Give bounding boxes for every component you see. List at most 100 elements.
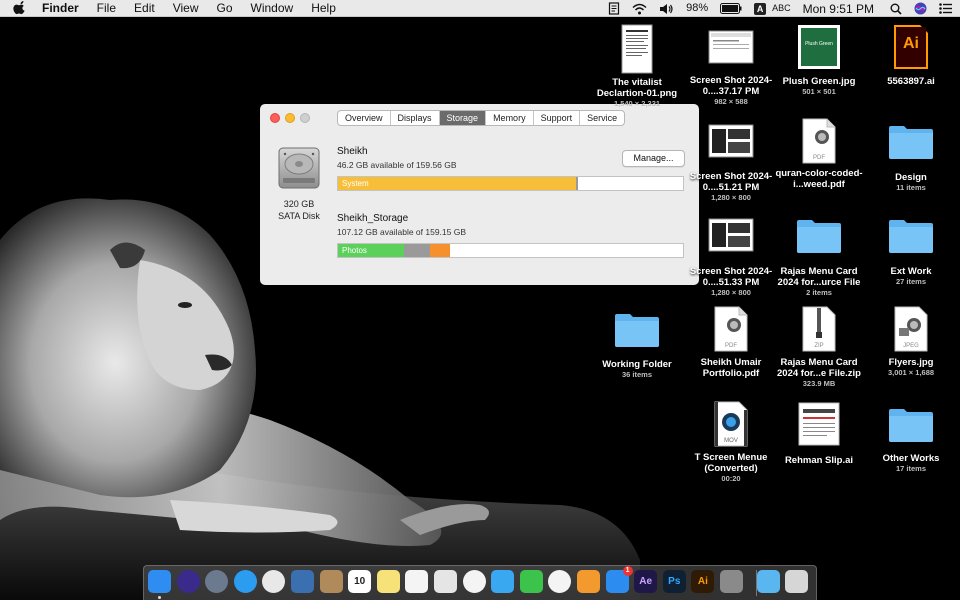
dock-messages-icon[interactable] xyxy=(491,570,515,593)
screenshot-icon xyxy=(708,30,754,64)
dock-finder-icon[interactable] xyxy=(148,570,171,593)
volume-icon[interactable] xyxy=(659,0,674,17)
folder-icon xyxy=(797,220,841,253)
dock-chrome-icon[interactable] xyxy=(262,570,286,593)
desktop-item-label: Other Works xyxy=(882,453,940,464)
dock-badge: 1 xyxy=(622,566,633,576)
menu-bar: Finder File Edit View Go Window Help 98%… xyxy=(0,0,960,17)
desktop-item-meta: 3,001 × 1,688 xyxy=(887,368,935,377)
menu-window[interactable]: Window xyxy=(242,0,303,17)
apple-menu-icon[interactable] xyxy=(13,1,27,15)
zip-icon: ZIP xyxy=(802,306,836,352)
menu-help[interactable]: Help xyxy=(302,0,345,17)
minimize-window-button[interactable] xyxy=(285,113,295,123)
desktop-item[interactable]: Ai 5563897.ai xyxy=(863,24,959,87)
desktop-item-meta: 323.9 MB xyxy=(802,379,836,388)
dock-preview-icon[interactable] xyxy=(291,570,314,593)
storage-segment-label: Photos xyxy=(342,246,367,255)
dock-photoshop-icon[interactable]: Ps xyxy=(662,570,686,593)
dock-notes-icon[interactable] xyxy=(376,570,400,593)
dock-separator xyxy=(756,570,757,596)
dock-keynote-icon[interactable] xyxy=(434,570,457,593)
spotlight-search-icon[interactable] xyxy=(890,0,902,17)
menubar-clock[interactable]: Mon 9:51 PM xyxy=(803,2,874,16)
dock-icon-text: Ae xyxy=(639,576,653,587)
dock-after-effects-icon[interactable]: Ae xyxy=(634,570,658,593)
desktop-item[interactable]: MOV T Screen Menue (Converted) 00:20 xyxy=(683,401,779,484)
menu-file[interactable]: File xyxy=(88,0,125,17)
dock-facetime-icon[interactable] xyxy=(519,570,543,593)
desktop-item[interactable]: The vitalist Declartion-01.png 1,540 × 2… xyxy=(589,24,685,109)
dock-icon-text: Ai xyxy=(697,576,708,587)
tab-support[interactable]: Support xyxy=(534,111,581,125)
menu-app-name[interactable]: Finder xyxy=(40,0,88,17)
desktop-item-label: Screen Shot 2024-0....51.21 PM xyxy=(689,171,773,193)
input-source-icon[interactable]: A xyxy=(754,0,767,17)
desktop-item-label: quran-color-coded-i...weed.pdf xyxy=(775,168,863,190)
tab-service[interactable]: Service xyxy=(580,111,624,125)
folder-icon xyxy=(889,409,933,442)
menu-edit[interactable]: Edit xyxy=(125,0,164,17)
storage-bar[interactable]: System xyxy=(337,176,684,191)
menu-view[interactable]: View xyxy=(164,0,208,17)
dock-photos-icon[interactable] xyxy=(462,570,486,593)
wifi-icon[interactable] xyxy=(632,0,647,17)
dock-books-icon[interactable] xyxy=(577,570,600,593)
folder-icon xyxy=(889,220,933,253)
menu-go[interactable]: Go xyxy=(208,0,242,17)
storage-segment-other[interactable] xyxy=(404,244,430,257)
desktop-item[interactable]: Other Works 17 items xyxy=(863,407,959,474)
storage-bar[interactable]: Photos xyxy=(337,243,684,258)
zoom-window-button xyxy=(300,113,310,123)
mov-icon: MOV xyxy=(714,401,748,447)
close-window-button[interactable] xyxy=(270,113,280,123)
dock-safari-icon[interactable] xyxy=(233,570,257,593)
desktop-item[interactable]: ZIP Rajas Menu Card 2024 for...e File.zi… xyxy=(771,306,867,389)
desktop-item[interactable]: Screen Shot 2024-0....51.21 PM 1,280 × 8… xyxy=(683,124,779,203)
desktop-item[interactable]: Screen Shot 2024-0....37.17 PM 982 × 588 xyxy=(683,30,779,107)
siri-menu-icon[interactable] xyxy=(914,0,927,17)
dock-calendar-icon[interactable]: 10 xyxy=(348,570,372,593)
dock-contacts-icon[interactable] xyxy=(319,570,343,593)
jpeg-thumb-text: JPEG xyxy=(903,343,919,349)
dock-music-icon[interactable] xyxy=(548,570,572,593)
dock-icon-text: 10 xyxy=(354,576,366,587)
input-source-label[interactable]: ABC xyxy=(772,0,791,17)
manage-button[interactable]: Manage... xyxy=(622,150,685,167)
tab-overview[interactable]: Overview xyxy=(338,111,391,125)
tab-storage[interactable]: Storage xyxy=(439,111,487,125)
dock-launchpad-icon[interactable] xyxy=(205,570,229,593)
desktop-item[interactable]: Rajas Menu Card 2024 for...urce File 2 i… xyxy=(771,218,867,298)
dock-system-preferences-icon[interactable] xyxy=(720,570,743,593)
notification-center-icon[interactable] xyxy=(939,0,952,17)
disk-type-label: SATA Disk xyxy=(278,211,320,221)
ai-document-icon xyxy=(798,402,840,446)
desktop-item[interactable]: Design 11 items xyxy=(863,124,959,193)
storage-segment-system[interactable] xyxy=(338,177,576,190)
battery-icon[interactable] xyxy=(720,0,742,17)
desktop-item[interactable]: Rehman Slip.ai xyxy=(771,401,867,466)
dock-app-store-icon[interactable]: 1 xyxy=(605,566,633,593)
desktop-item[interactable]: Plush Green Plush Green.jpg 501 × 501 xyxy=(771,24,867,97)
desktop-item[interactable]: PDF Sheikh Umair Portfolio.pdf xyxy=(683,306,779,379)
storage-segment-apps[interactable] xyxy=(429,244,450,257)
pdf-icon: PDF xyxy=(802,118,836,164)
desktop-item[interactable]: Ext Work 27 items xyxy=(863,218,959,287)
desktop-item[interactable]: JPEG Flyers.jpg 3,001 × 1,688 xyxy=(863,306,959,378)
tab-memory[interactable]: Memory xyxy=(486,111,534,125)
desktop-item-meta: 27 items xyxy=(895,277,927,286)
dock-downloads-folder-icon[interactable] xyxy=(756,570,780,593)
document-status-icon[interactable] xyxy=(608,0,620,17)
desktop-item-meta: 501 × 501 xyxy=(802,87,836,96)
desktop-item-meta: 11 items xyxy=(896,183,926,192)
tab-displays[interactable]: Displays xyxy=(391,111,440,125)
dock-reminders-icon[interactable] xyxy=(405,570,429,593)
desktop-item[interactable]: PDF quran-color-coded-i...weed.pdf xyxy=(771,118,867,190)
desktop-item[interactable]: Working Folder 36 items xyxy=(589,312,685,380)
dock-illustrator-icon[interactable]: Ai xyxy=(691,570,715,593)
battery-percent: 98% xyxy=(686,2,709,14)
dock-siri-icon[interactable] xyxy=(176,570,200,593)
desktop-item[interactable]: Screen Shot 2024-0....51.33 PM 1,280 × 8… xyxy=(683,218,779,298)
storage-segment-other[interactable] xyxy=(576,177,578,190)
dock-trash-icon[interactable] xyxy=(785,570,809,593)
